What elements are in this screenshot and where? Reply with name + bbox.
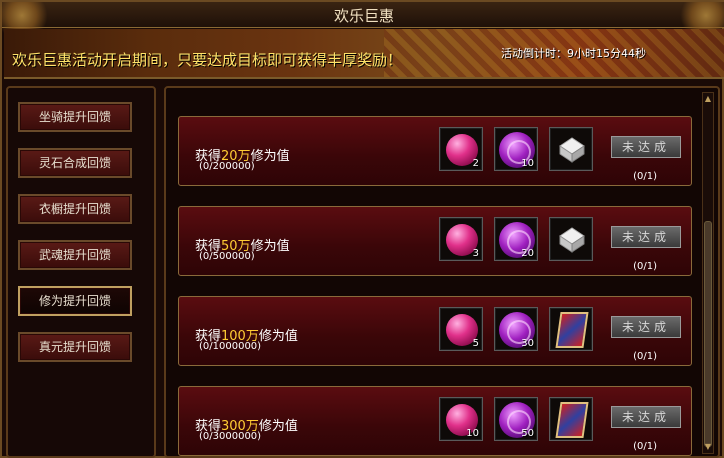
category-sidebar: 坐骑提升回馈 灵石合成回馈 衣橱提升回馈 武魂提升回馈 修为提升回馈 真元提升回… (6, 86, 156, 458)
silver-ingot-icon (559, 137, 585, 163)
claim-ratio: (0/1) (633, 351, 657, 362)
reward-progress: (0/500000) (199, 251, 255, 262)
event-window: 欢乐巨惠 欢乐巨惠活动开启期间，只要达成目标即可获得丰厚奖励！ 活动倒计时：9小… (0, 0, 724, 458)
scroll-icon (555, 312, 589, 348)
sidebar-item-true-essence[interactable]: 真元提升回馈 (18, 332, 132, 362)
item-count: 10 (521, 158, 534, 169)
reward-list: 获得20万修为值 (0/200000) 2 10 未达成 (0/1) 获得50万… (164, 86, 720, 458)
reward-row: 获得300万修为值 (0/3000000) 10 50 未达成 (0/1) (178, 386, 692, 456)
claim-status-button[interactable]: 未达成 (611, 406, 681, 428)
sidebar-item-spirit-stone[interactable]: 灵石合成回馈 (18, 148, 132, 178)
reward-item-slot[interactable]: 2 (439, 127, 483, 171)
item-count: 10 (466, 428, 479, 439)
sidebar-item-mount[interactable]: 坐骑提升回馈 (18, 102, 132, 132)
countdown-timer: 活动倒计时：9小时15分44秒 (501, 47, 646, 60)
scroll-icon (555, 402, 589, 438)
item-count: 30 (521, 338, 534, 349)
window-title: 欢乐巨惠 (333, 7, 394, 25)
reward-row: 获得20万修为值 (0/200000) 2 10 未达成 (0/1) (178, 116, 692, 186)
banner-text: 欢乐巨惠活动开启期间，只要达成目标即可获得丰厚奖励！ (12, 51, 403, 69)
reward-row: 获得50万修为值 (0/500000) 3 20 未达成 (0/1) (178, 206, 692, 276)
claim-status-button[interactable]: 未达成 (611, 316, 681, 338)
scrollbar[interactable]: ▲ ▼ (702, 92, 714, 454)
sidebar-item-cultivation[interactable]: 修为提升回馈 (18, 286, 132, 316)
reward-progress: (0/3000000) (199, 431, 262, 442)
sidebar-item-martial-soul[interactable]: 武魂提升回馈 (18, 240, 132, 270)
claim-ratio: (0/1) (633, 261, 657, 272)
reward-item-slot[interactable] (549, 217, 593, 261)
reward-item-slot[interactable]: 50 (494, 397, 538, 441)
item-count: 20 (521, 248, 534, 259)
claim-status-button[interactable]: 未达成 (611, 136, 681, 158)
scroll-down-icon[interactable]: ▼ (703, 441, 713, 453)
reward-item-slot[interactable] (549, 127, 593, 171)
scroll-up-icon[interactable]: ▲ (703, 93, 713, 105)
reward-item-slot[interactable]: 3 (439, 217, 483, 261)
silver-ingot-icon (559, 227, 585, 253)
scrollbar-thumb[interactable] (704, 221, 712, 447)
reward-item-slot[interactable]: 30 (494, 307, 538, 351)
claim-ratio: (0/1) (633, 171, 657, 182)
claim-ratio: (0/1) (633, 441, 657, 452)
event-banner: 欢乐巨惠活动开启期间，只要达成目标即可获得丰厚奖励！ 活动倒计时：9小时15分4… (4, 29, 724, 79)
reward-item-slot[interactable]: 20 (494, 217, 538, 261)
title-bar: 欢乐巨惠 (0, 2, 724, 36)
reward-progress: (0/200000) (199, 161, 255, 172)
claim-status-button[interactable]: 未达成 (611, 226, 681, 248)
reward-progress: (0/1000000) (199, 341, 262, 352)
item-count: 2 (472, 158, 479, 169)
reward-item-slot[interactable]: 10 (494, 127, 538, 171)
reward-item-slot[interactable] (549, 397, 593, 441)
sidebar-item-wardrobe[interactable]: 衣橱提升回馈 (18, 194, 132, 224)
reward-item-slot[interactable] (549, 307, 593, 351)
reward-item-slot[interactable]: 5 (439, 307, 483, 351)
item-count: 5 (472, 338, 479, 349)
reward-row: 获得100万修为值 (0/1000000) 5 30 未达成 (0/1) (178, 296, 692, 366)
item-count: 3 (472, 248, 479, 259)
item-count: 50 (521, 428, 534, 439)
reward-item-slot[interactable]: 10 (439, 397, 483, 441)
